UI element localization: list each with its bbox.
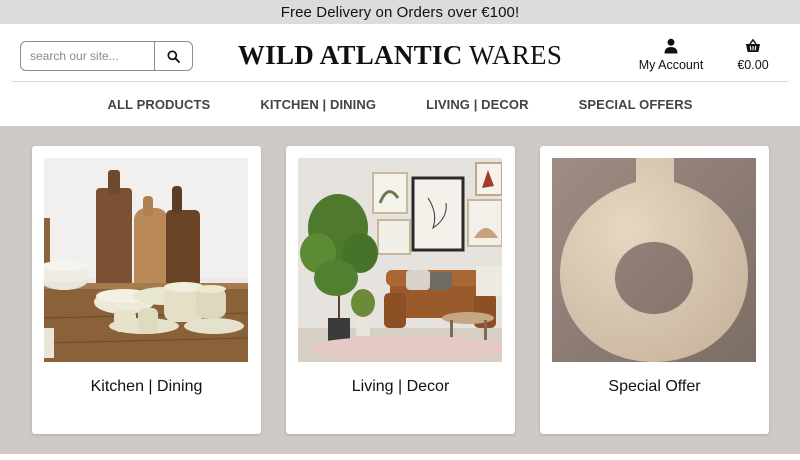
person-icon	[664, 38, 678, 54]
category-title: Kitchen | Dining	[90, 378, 203, 395]
category-card-special-offer[interactable]: Special Offer	[540, 146, 769, 434]
my-account-label: My Account	[638, 58, 704, 72]
search-icon	[167, 49, 180, 63]
basket-icon	[746, 39, 760, 52]
brand-regular-text: WARES	[469, 40, 563, 70]
search-button[interactable]	[154, 41, 193, 71]
nav-kitchen-dining[interactable]: KITCHEN | DINING	[260, 97, 376, 112]
basket-link[interactable]: €0.00	[727, 38, 779, 74]
site-header: WILD ATLANTIC WARES My Account €0.00 ALL…	[0, 24, 800, 126]
site-logo[interactable]: WILD ATLANTIC WARES	[230, 40, 570, 71]
promo-banner: Free Delivery on Orders over €100!	[0, 0, 800, 24]
search-input[interactable]	[20, 41, 154, 71]
search-form	[20, 41, 193, 71]
nav-special-offers[interactable]: SPECIAL OFFERS	[579, 97, 693, 112]
my-account-link[interactable]: My Account	[630, 38, 712, 74]
kitchenware-photo	[44, 158, 248, 362]
basket-total: €0.00	[737, 58, 769, 72]
ring-vase-photo	[552, 158, 756, 362]
page-footer-edge	[0, 454, 800, 460]
category-title: Special Offer	[608, 378, 701, 395]
nav-all-products[interactable]: ALL PRODUCTS	[108, 97, 211, 112]
living-room-photo	[298, 158, 502, 362]
main-nav: ALL PRODUCTS KITCHEN | DINING LIVING | D…	[0, 82, 800, 126]
category-card-living-decor[interactable]: Living | Decor	[286, 146, 515, 434]
category-card-kitchen-dining[interactable]: Kitchen | Dining	[32, 146, 261, 434]
category-title: Living | Decor	[351, 378, 450, 395]
category-section: Kitchen | Dining Living | Decor Special …	[0, 126, 800, 460]
promo-text: Free Delivery on Orders over €100!	[280, 3, 520, 21]
nav-living-decor[interactable]: LIVING | DECOR	[426, 97, 529, 112]
brand-bold-text: WILD ATLANTIC	[237, 40, 463, 70]
